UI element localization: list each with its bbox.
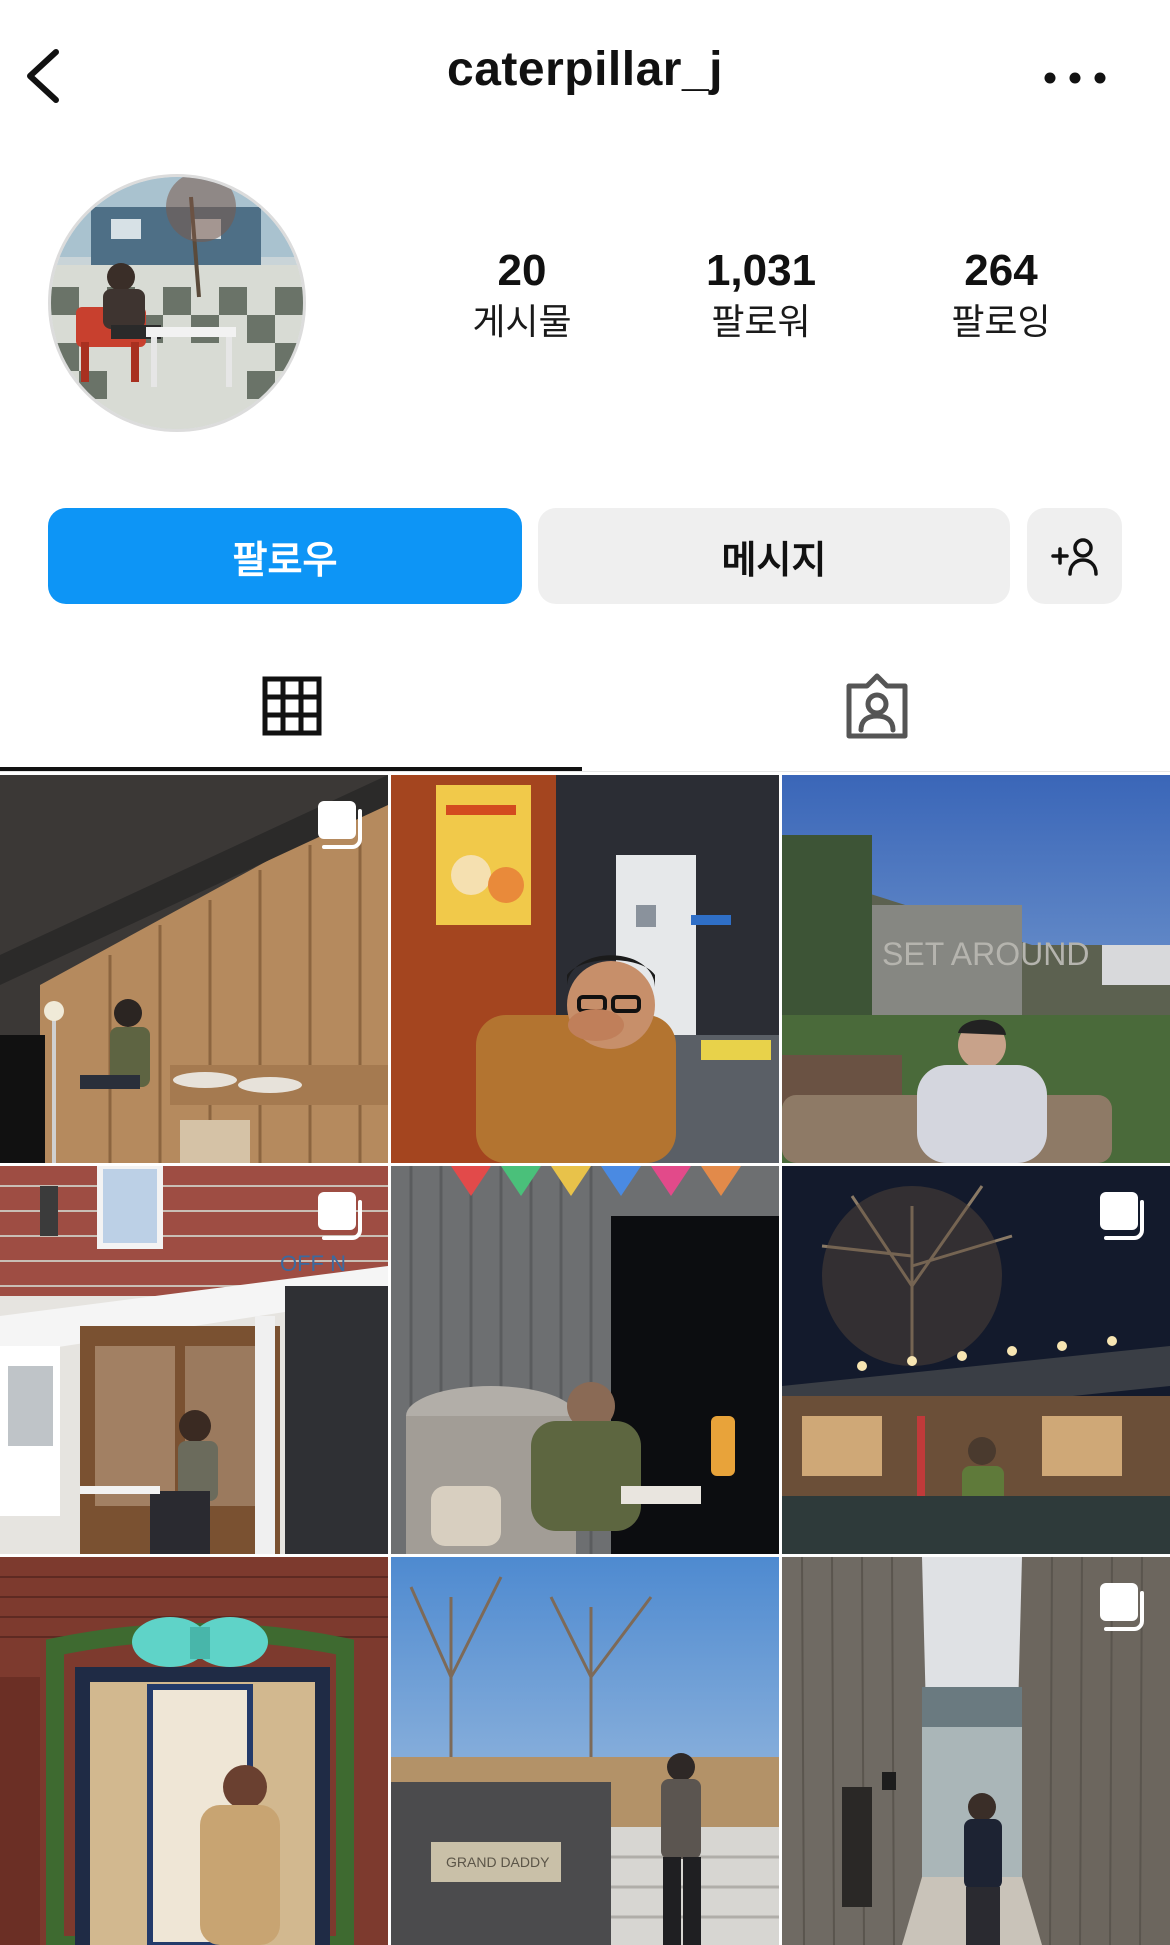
following-count-value: 264 [964, 246, 1038, 295]
more-options-button[interactable] [1040, 60, 1110, 96]
carousel-icon [1100, 1583, 1144, 1631]
more-horizontal-icon [1044, 72, 1106, 84]
post-thumbnail[interactable]: SET AROUND [782, 775, 1170, 1163]
svg-text:SET AROUND: SET AROUND [882, 936, 1089, 972]
following-count[interactable]: 264 팔로잉 [891, 245, 1111, 347]
profile-avatar[interactable] [48, 174, 306, 432]
posts-count: 20 게시물 [412, 245, 632, 347]
followers-count-label: 팔로워 [711, 302, 811, 343]
suggest-people-button[interactable] [1027, 508, 1122, 604]
tab-divider [0, 771, 1170, 772]
tab-posts-grid[interactable] [0, 660, 582, 770]
message-button[interactable]: 메시지 [538, 508, 1010, 604]
carousel-icon [1100, 1192, 1144, 1240]
grid-icon [262, 676, 322, 736]
tab-tagged[interactable] [585, 660, 1170, 770]
add-person-icon [1050, 538, 1098, 576]
followers-count[interactable]: 1,031 팔로워 [651, 245, 871, 347]
posts-count-label: 게시물 [472, 302, 572, 343]
post-thumbnail[interactable] [391, 1166, 779, 1554]
follow-button[interactable]: 팔로우 [48, 508, 522, 604]
followers-count-value: 1,031 [705, 246, 817, 295]
carousel-icon [318, 1192, 362, 1240]
post-thumbnail[interactable] [0, 1557, 388, 1945]
post-thumbnail[interactable] [391, 775, 779, 1163]
profile-username: caterpillar_j [447, 43, 723, 96]
top-bar: caterpillar_j [0, 0, 1170, 160]
svg-text:GRAND DADDY: GRAND DADDY [446, 1854, 550, 1870]
following-count-label: 팔로잉 [951, 302, 1051, 343]
svg-text:OFF N: OFF N [280, 1251, 346, 1276]
post-thumbnail[interactable]: GRAND DADDY [391, 1557, 779, 1945]
posts-count-value: 20 [497, 246, 547, 295]
tagged-person-icon [846, 673, 908, 739]
carousel-icon [318, 801, 362, 849]
